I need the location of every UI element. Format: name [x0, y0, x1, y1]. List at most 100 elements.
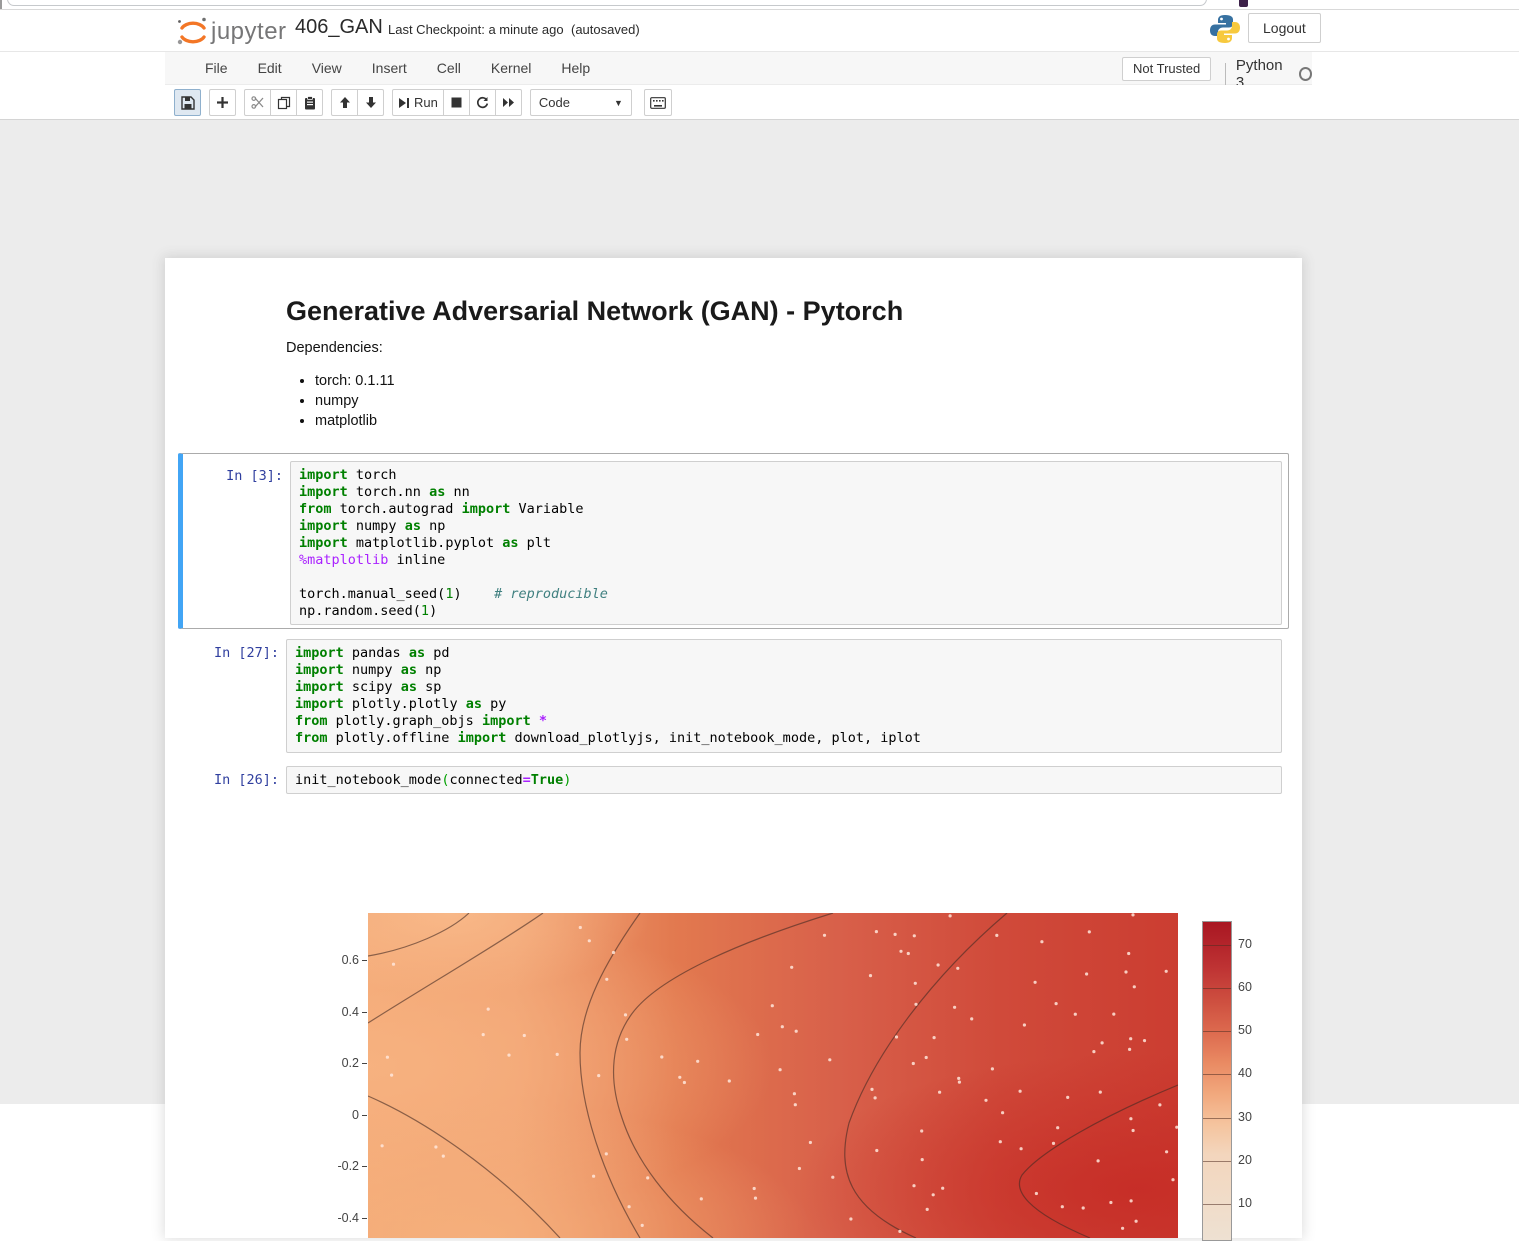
code-token: np.random.seed( — [299, 603, 421, 619]
code-token: Variable — [510, 501, 583, 517]
code-cell[interactable]: In [3]:import torchimport torch.nn as nn… — [178, 453, 1289, 629]
code-token: plt — [518, 535, 551, 551]
page-title: Generative Adversarial Network (GAN) - P… — [286, 296, 903, 327]
chevron-down-icon: ▼ — [614, 98, 623, 108]
code-token: plotly.plotly — [344, 696, 466, 712]
jupyter-logo-icon — [175, 14, 211, 50]
trust-status-button[interactable]: Not Trusted — [1122, 57, 1211, 81]
code-token: import — [462, 501, 511, 517]
restart-icon — [476, 96, 489, 109]
copy-icon — [277, 96, 291, 110]
code-token: torch.manual_seed( — [299, 586, 445, 602]
paste-cell-button[interactable] — [296, 89, 323, 116]
code-line: import scipy as sp — [295, 679, 1273, 696]
move-cell-down-button[interactable] — [357, 89, 384, 116]
save-button[interactable] — [174, 89, 201, 116]
contour-plot-figure: 0.60.40.20-0.2-0.470605040302010 — [165, 775, 1302, 1238]
jupyter-logo-text: jupyter — [211, 18, 287, 46]
browser-address-bar[interactable] — [7, 0, 1207, 6]
code-line: from plotly.offline import download_plot… — [295, 730, 1273, 747]
code-token: # reproducible — [494, 586, 608, 602]
arrow-up-icon — [339, 96, 351, 109]
logout-button[interactable]: Logout — [1248, 13, 1321, 43]
code-token: plotly.graph_objs — [328, 713, 482, 729]
code-token: pd — [425, 645, 449, 661]
code-token: * — [539, 713, 547, 729]
y-axis-tick-mark — [362, 1166, 367, 1167]
menu-item-file[interactable]: File — [190, 52, 243, 85]
y-axis-tick-label: 0 — [325, 1108, 359, 1122]
code-line: import numpy as np — [299, 518, 1273, 535]
code-token: import — [482, 713, 531, 729]
code-token: inline — [388, 552, 445, 568]
menu-item-help[interactable]: Help — [546, 52, 605, 85]
code-token: as — [405, 518, 421, 534]
code-line: import plotly.plotly as py — [295, 696, 1273, 713]
notebook-background: Generative Adversarial Network (GAN) - P… — [0, 120, 1519, 1104]
code-token: np — [417, 662, 441, 678]
code-token: from — [295, 713, 328, 729]
interrupt-kernel-button[interactable] — [443, 89, 470, 116]
menu-item-kernel[interactable]: Kernel — [476, 52, 546, 85]
notebook-header: jupyter 406_GAN Last Checkpoint: a minut… — [0, 10, 1519, 52]
code-line: import torch.nn as nn — [299, 484, 1273, 501]
menu-item-edit[interactable]: Edit — [243, 52, 297, 85]
code-token: torch.nn — [348, 484, 429, 500]
copy-cell-button[interactable] — [270, 89, 297, 116]
kernel-idle-icon — [1299, 67, 1312, 81]
contour-plot-canvas[interactable] — [368, 913, 1178, 1238]
code-token: import — [295, 696, 344, 712]
code-token: from — [299, 501, 332, 517]
code-cell[interactable]: In [27]:import pandas as pdimport numpy … — [178, 632, 1289, 760]
code-token: as — [429, 484, 445, 500]
dependency-item: matplotlib — [315, 414, 395, 429]
restart-run-all-button[interactable] — [495, 89, 522, 116]
code-line: import torch — [299, 467, 1273, 484]
code-line: from plotly.graph_objs import * — [295, 713, 1273, 730]
restart-kernel-button[interactable] — [469, 89, 496, 116]
colorbar-tick-label: 40 — [1238, 1066, 1252, 1080]
colorbar-tick-label: 70 — [1238, 937, 1252, 951]
y-axis-tick-mark — [362, 1012, 367, 1013]
y-axis-tick-label: -0.2 — [325, 1159, 359, 1173]
code-line — [299, 569, 1273, 586]
cell-code-editor[interactable]: import torchimport torch.nn as nnfrom to… — [290, 461, 1282, 625]
jupyter-logo[interactable]: jupyter — [175, 14, 285, 50]
code-token: import — [458, 730, 507, 746]
browser-extension-icon[interactable] — [1239, 0, 1248, 7]
code-token: numpy — [348, 518, 405, 534]
browser-chrome-strip — [0, 0, 1519, 10]
insert-cell-button[interactable] — [209, 89, 236, 116]
code-token — [531, 713, 539, 729]
notebook-title[interactable]: 406_GAN — [295, 16, 383, 39]
save-icon — [181, 96, 195, 110]
code-token: np — [421, 518, 445, 534]
code-token: import — [299, 484, 348, 500]
cell-input-prompt: In [27]: — [179, 645, 279, 661]
dependencies-list: torch: 0.1.11numpymatplotlib — [315, 374, 395, 434]
menu-item-insert[interactable]: Insert — [357, 52, 422, 85]
browser-chrome-divider — [0, 9, 1519, 10]
run-button[interactable]: Run — [392, 89, 444, 116]
menu-item-view[interactable]: View — [297, 52, 357, 85]
code-line: import matplotlib.pyplot as plt — [299, 535, 1273, 552]
colorbar-segment-line — [1203, 988, 1231, 989]
code-token: import — [299, 535, 348, 551]
cut-cell-button[interactable] — [244, 89, 271, 116]
command-palette-button[interactable] — [644, 89, 672, 116]
code-token: torch — [348, 467, 397, 483]
code-token: import — [295, 679, 344, 695]
keyboard-icon — [650, 97, 666, 109]
cell-type-select[interactable]: Code ▼ — [530, 89, 632, 116]
move-cell-up-button[interactable] — [331, 89, 358, 116]
python-logo-icon — [1208, 12, 1242, 46]
code-token: import — [295, 645, 344, 661]
toolbar: Run Code ▼ — [0, 85, 1519, 120]
code-line: from torch.autograd import Variable — [299, 501, 1273, 518]
y-axis-tick-label: -0.4 — [325, 1211, 359, 1225]
menu-item-cell[interactable]: Cell — [422, 52, 476, 85]
cell-code-editor[interactable]: import pandas as pdimport numpy as npimp… — [286, 639, 1282, 753]
code-token: download_plotlyjs, init_notebook_mode, p… — [506, 730, 921, 746]
run-icon — [398, 97, 410, 109]
code-token: from — [295, 730, 328, 746]
